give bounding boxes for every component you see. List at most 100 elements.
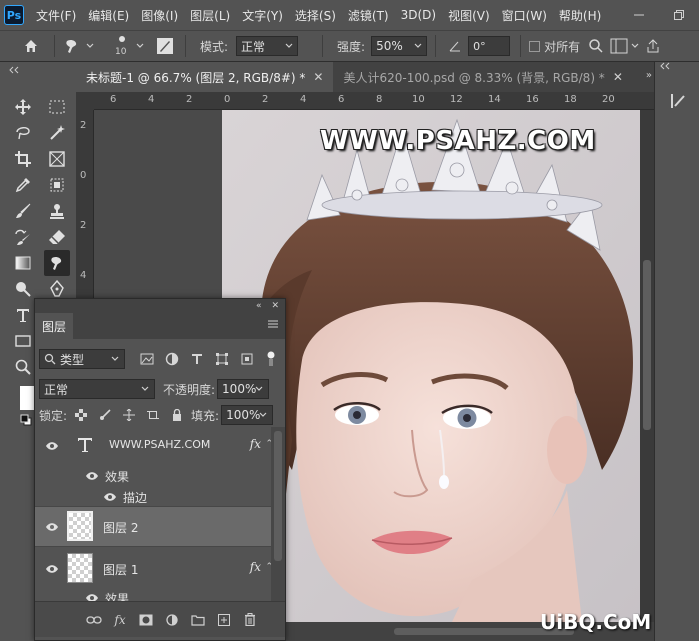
- marquee-tool[interactable]: [44, 94, 70, 120]
- tab-untitled-1[interactable]: 未标题-1 @ 66.7% (图层 2, RGB/8#) * ✕: [76, 62, 334, 92]
- stroke-effect-row[interactable]: 描边: [35, 487, 271, 507]
- menu-3d[interactable]: 3D(D): [401, 8, 436, 22]
- dock-collapse[interactable]: [655, 62, 699, 78]
- mode-select[interactable]: 正常: [236, 36, 299, 56]
- minimize-button[interactable]: [619, 0, 659, 30]
- eyedropper-tool[interactable]: [10, 172, 36, 198]
- sample-all-layers-checkbox[interactable]: 对所有: [529, 38, 584, 55]
- tab-layers[interactable]: 图层: [35, 313, 73, 339]
- menu-view[interactable]: 视图(V): [448, 7, 490, 24]
- link-layers-button[interactable]: [81, 610, 107, 630]
- filter-smart-object-button[interactable]: [237, 349, 257, 369]
- eraser-tool[interactable]: [44, 224, 70, 250]
- eye-icon[interactable]: [85, 471, 99, 481]
- menu-filter[interactable]: 滤镜(T): [348, 7, 389, 24]
- scrollbar-thumb[interactable]: [274, 431, 282, 561]
- fx-badge[interactable]: fx: [250, 437, 261, 451]
- lock-all-button[interactable]: [167, 405, 187, 425]
- lock-transparent-pixels-button[interactable]: [71, 405, 91, 425]
- vertical-scrollbar[interactable]: [640, 110, 654, 622]
- share-icon[interactable]: [646, 38, 660, 54]
- rectangle-icon: [15, 335, 31, 347]
- menu-type[interactable]: 文字(Y): [242, 7, 283, 24]
- properties-panel-button[interactable]: [665, 88, 691, 114]
- opacity-input[interactable]: 100%: [217, 379, 270, 399]
- menu-layer[interactable]: 图层(L): [190, 7, 230, 24]
- brush-tool[interactable]: [10, 198, 36, 224]
- lock-image-pixels-button[interactable]: [95, 405, 115, 425]
- eye-icon[interactable]: [45, 441, 59, 451]
- ruler-tick-label: 2: [262, 94, 269, 105]
- blend-mode-select[interactable]: 正常: [39, 379, 155, 399]
- layers-panel: « ✕ 图层 类型 正常 不透明度: 100% 锁定: 填充: 100% WWW…: [34, 298, 286, 641]
- new-group-button[interactable]: [185, 610, 211, 630]
- add-mask-button[interactable]: [133, 610, 159, 630]
- menu-image[interactable]: 图像(I): [141, 7, 178, 24]
- workspace-icon[interactable]: [610, 38, 628, 54]
- horizontal-ruler[interactable]: 6 4 2 0 2 4 6 8 10 12 14 16 18 20: [94, 92, 654, 110]
- crop-tool[interactable]: [10, 146, 36, 172]
- layers-scrollbar[interactable]: [271, 427, 285, 601]
- tool-preset-picker[interactable]: [63, 37, 103, 55]
- layer-row-layer-1[interactable]: 图层 1 fx ⌃: [35, 549, 273, 589]
- close-icon[interactable]: ✕: [313, 70, 323, 84]
- menu-select[interactable]: 选择(S): [295, 7, 336, 24]
- new-layer-button[interactable]: [211, 610, 237, 630]
- menu-help[interactable]: 帮助(H): [559, 7, 601, 24]
- close-icon[interactable]: ✕: [271, 301, 279, 311]
- tab-meirenji-psd[interactable]: 美人计620-100.psd @ 8.33% (背景, RGB/8) * ✕: [333, 62, 632, 92]
- eye-icon[interactable]: [45, 564, 59, 574]
- ruler-tick-label: 4: [148, 94, 155, 105]
- menu-window[interactable]: 窗口(W): [502, 7, 547, 24]
- stamp-tool[interactable]: [44, 198, 70, 224]
- brush-settings-button[interactable]: [153, 35, 177, 57]
- eye-icon[interactable]: [45, 522, 59, 532]
- lasso-tool[interactable]: [10, 120, 36, 146]
- menu-file[interactable]: 文件(F): [36, 7, 76, 24]
- eye-icon[interactable]: [103, 492, 117, 502]
- chevron-down-icon[interactable]: [630, 41, 640, 51]
- layer-row-text[interactable]: WWW.PSAHZ.COM fx ⌃: [35, 427, 273, 465]
- object-selection-tool[interactable]: [44, 172, 70, 198]
- angle-input[interactable]: 0°: [468, 36, 511, 56]
- fill-input[interactable]: 100%: [221, 405, 274, 425]
- smudge-tool[interactable]: [44, 250, 70, 276]
- tools-panel-collapse[interactable]: [0, 62, 76, 78]
- lock-position-button[interactable]: [119, 405, 139, 425]
- brush-picker[interactable]: 10: [111, 32, 149, 60]
- default-colors-button[interactable]: [20, 414, 32, 426]
- filter-shape-button[interactable]: [212, 349, 232, 369]
- filter-adjustment-button[interactable]: [162, 349, 182, 369]
- filter-toggle-button[interactable]: [261, 349, 281, 369]
- layer-row-layer-2[interactable]: 图层 2: [35, 507, 271, 547]
- add-layer-style-button[interactable]: fx: [107, 610, 133, 630]
- zoom-tool[interactable]: [10, 354, 36, 380]
- collapse-icon[interactable]: «: [256, 301, 262, 311]
- add-adjustment-button[interactable]: [159, 610, 185, 630]
- search-icon[interactable]: [588, 38, 604, 54]
- gradient-tool[interactable]: [10, 250, 36, 276]
- restore-button[interactable]: [659, 0, 699, 30]
- dodge-tool[interactable]: [10, 276, 36, 302]
- home-button[interactable]: [16, 33, 46, 59]
- type-tool[interactable]: [10, 302, 36, 328]
- rectangle-tool[interactable]: [10, 328, 36, 354]
- menu-edit[interactable]: 编辑(E): [88, 7, 129, 24]
- magic-wand-tool[interactable]: [44, 120, 70, 146]
- close-icon[interactable]: ✕: [613, 70, 623, 84]
- history-brush-tool[interactable]: [10, 224, 36, 250]
- move-tool[interactable]: [10, 94, 36, 120]
- eye-icon[interactable]: [85, 593, 99, 601]
- panel-menu-icon[interactable]: [267, 320, 279, 330]
- delete-layer-button[interactable]: [237, 610, 263, 630]
- vertical-ruler[interactable]: 2 0 2 4: [76, 110, 94, 310]
- filter-type-button[interactable]: [187, 349, 207, 369]
- fx-badge[interactable]: fx: [250, 560, 261, 574]
- layer-filter-select[interactable]: 类型: [39, 349, 125, 369]
- lock-artboard-button[interactable]: [143, 405, 163, 425]
- filter-pixel-button[interactable]: [137, 349, 157, 369]
- tab-overflow-icon[interactable]: »: [646, 70, 652, 81]
- frame-tool[interactable]: [44, 146, 70, 172]
- scrollbar-thumb[interactable]: [643, 260, 651, 430]
- strength-input[interactable]: 50%: [371, 36, 428, 56]
